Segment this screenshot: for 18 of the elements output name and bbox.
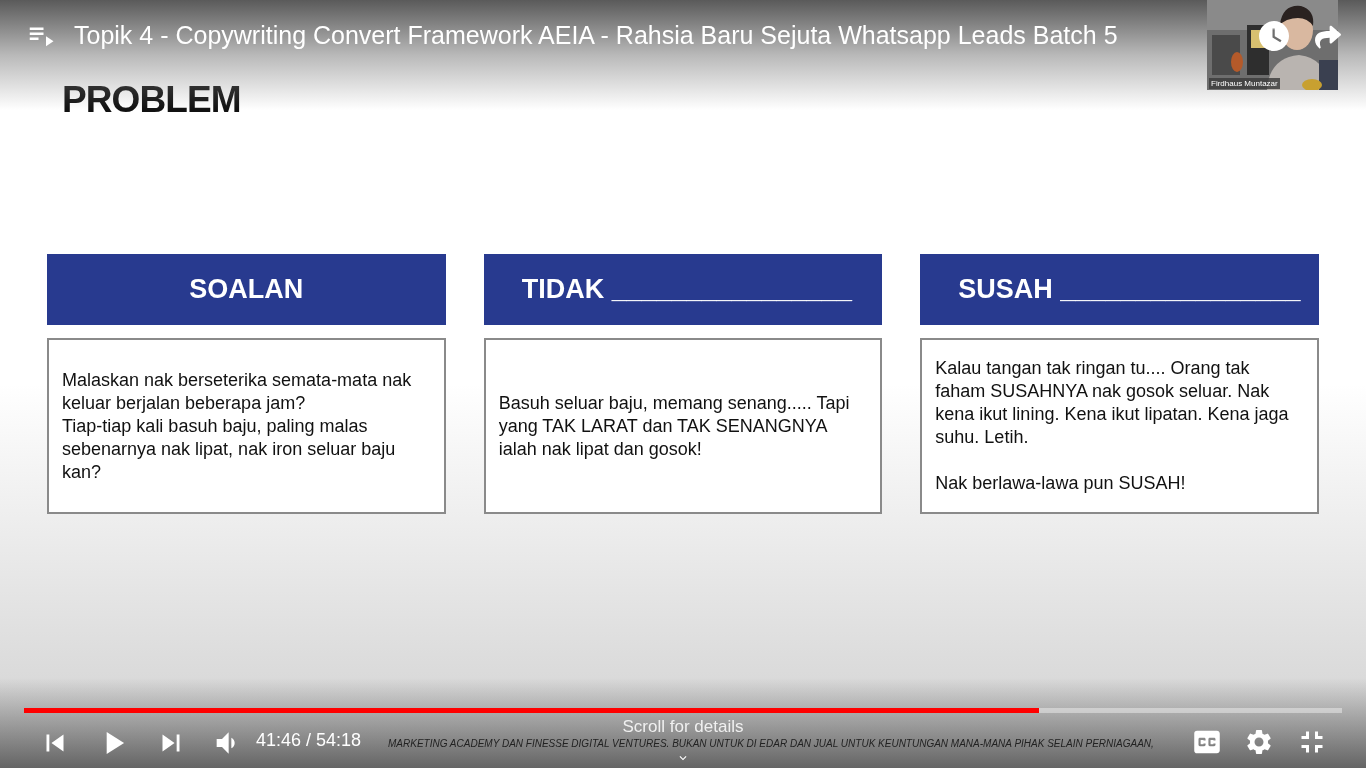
card-text: Tiap-tiap kali basuh baju, paling malas sebenarnya nak lipat, nak iron seluar baju kan? — [62, 414, 397, 484]
card-text: Basuh seluar baju, memang senang..... Tapi yang TAK LARAT dan TAK SENANGNYA ialah nak lipat dan gosok! — [498, 391, 851, 461]
card-title: SOALAN — [189, 273, 304, 307]
card-title: TIDAK ________________ — [521, 273, 852, 307]
webcam-name-label: Firdhaus Muntazar — [1209, 78, 1280, 89]
scroll-hint[interactable]: Scroll for details — [622, 719, 744, 735]
card-title: SUSAH ________________ — [958, 273, 1301, 307]
card-text: Nak berlawa-lawa pun SUSAH! — [935, 472, 1187, 495]
time-display: 41:46 / 54:18 — [256, 729, 362, 751]
card-text: Malaskan nak berseterika semata-mata nak keluar berjalan beberapa jam? — [62, 368, 413, 415]
share-icon[interactable] — [1313, 24, 1343, 50]
card-text: Kalau tangan tak ringan tu.... Orang tak faham SUSAHNYA nak gosok seluar. Nak kena ikut lining. Kena ikut lipatan. Kena jaga suhu. Letih. — [935, 357, 1290, 449]
slide-heading: PROBLEM — [62, 78, 241, 122]
video-title[interactable]: Topik 4 - Copywriting Convert Framework AEIA - Rahsia Baru Sejuta Whatsapp Leads Batch 5 — [74, 18, 1118, 52]
clock-icon[interactable] — [1256, 18, 1292, 54]
settings-icon[interactable] — [1244, 727, 1274, 757]
slide-footer-text: MARKETING ACADEMY DAN FINESSE DIGITAL VENTURES. BUKAN UNTUK DI EDAR DAN JUAL UNTUK KEUNTUNGAN MANA-MANA PIHAK SELAIN PERNIAGAAN, — [388, 737, 1154, 751]
progress-track[interactable] — [24, 708, 1342, 713]
